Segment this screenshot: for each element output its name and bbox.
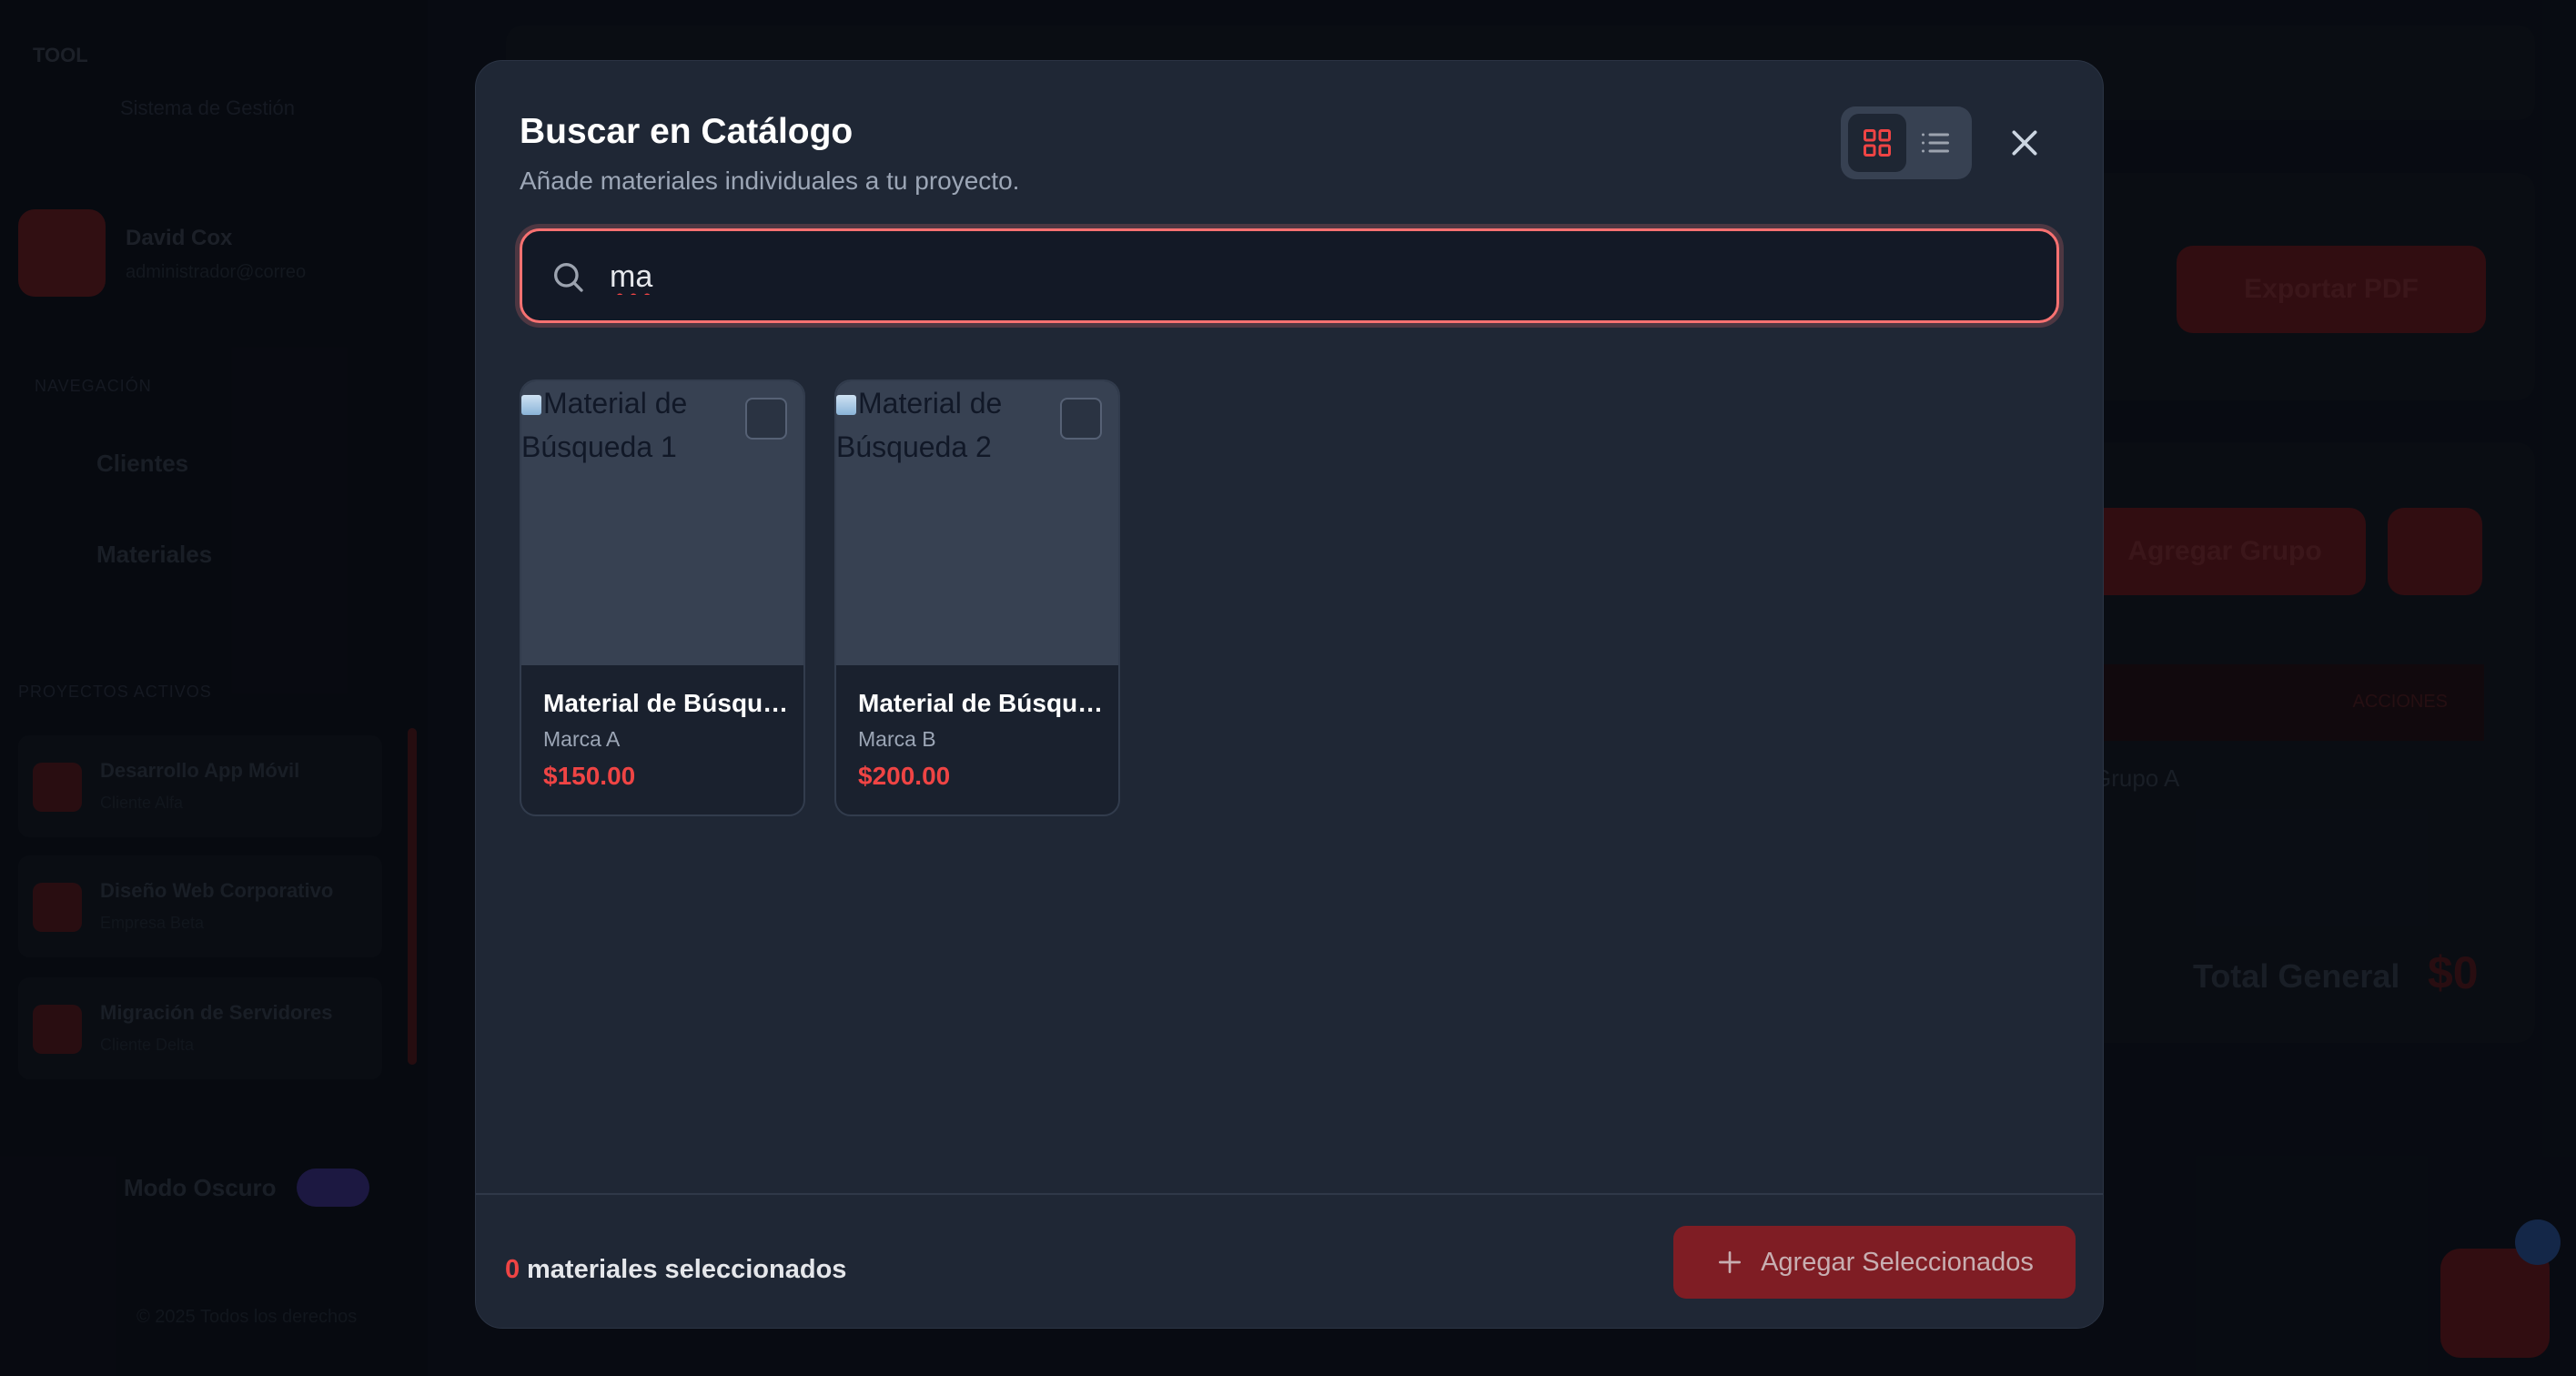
list-icon [1922,133,1949,153]
selected-label: materiales seleccionados [527,1255,847,1284]
grid-icon [1864,129,1891,157]
close-button[interactable] [1997,116,2052,170]
modal-footer: 0 materiales seleccionados Agregar Selec… [476,1193,2103,1328]
material-brand: Marca B [858,727,936,751]
close-icon [2012,130,2037,156]
select-checkbox[interactable] [745,398,787,440]
broken-image-icon [521,395,541,415]
material-name: Material de Búsqueda 2 [858,689,1104,717]
modal-subtitle: Añade materiales individuales a tu proye… [520,167,1020,195]
broken-image-icon [836,395,856,415]
add-selected-label: Agregar Seleccionados [1761,1247,2034,1277]
image-alt-text: Material de Búsqueda 2 [836,387,1003,463]
search-field[interactable] [520,228,2059,323]
search-input[interactable] [610,249,2029,304]
material-price: $150.00 [543,762,636,790]
selected-count: 0 [505,1255,520,1284]
modal-title: Buscar en Catálogo [520,112,854,151]
catalog-search-modal: Buscar en Catálogo Añade materiales indi… [475,60,2104,1329]
plus-icon [1719,1251,1742,1273]
image-alt-text: Material de Búsqueda 1 [521,387,688,463]
grid-view-button[interactable] [1848,114,1906,172]
view-toggle [1841,106,1972,179]
add-selected-button[interactable]: Agregar Seleccionados [1673,1226,2076,1299]
material-name: Material de Búsqueda 1 [543,689,789,717]
list-view-button[interactable] [1906,114,1965,172]
material-price: $200.00 [858,762,951,790]
material-card[interactable]: Material de Búsqueda 1 Material de Búsqu… [520,379,805,816]
select-checkbox[interactable] [1060,398,1102,440]
material-card[interactable]: Material de Búsqueda 2 Material de Búsqu… [834,379,1120,816]
material-brand: Marca A [543,727,621,751]
results-grid: Material de Búsqueda 1 Material de Búsqu… [520,379,1120,816]
search-icon [554,263,583,292]
